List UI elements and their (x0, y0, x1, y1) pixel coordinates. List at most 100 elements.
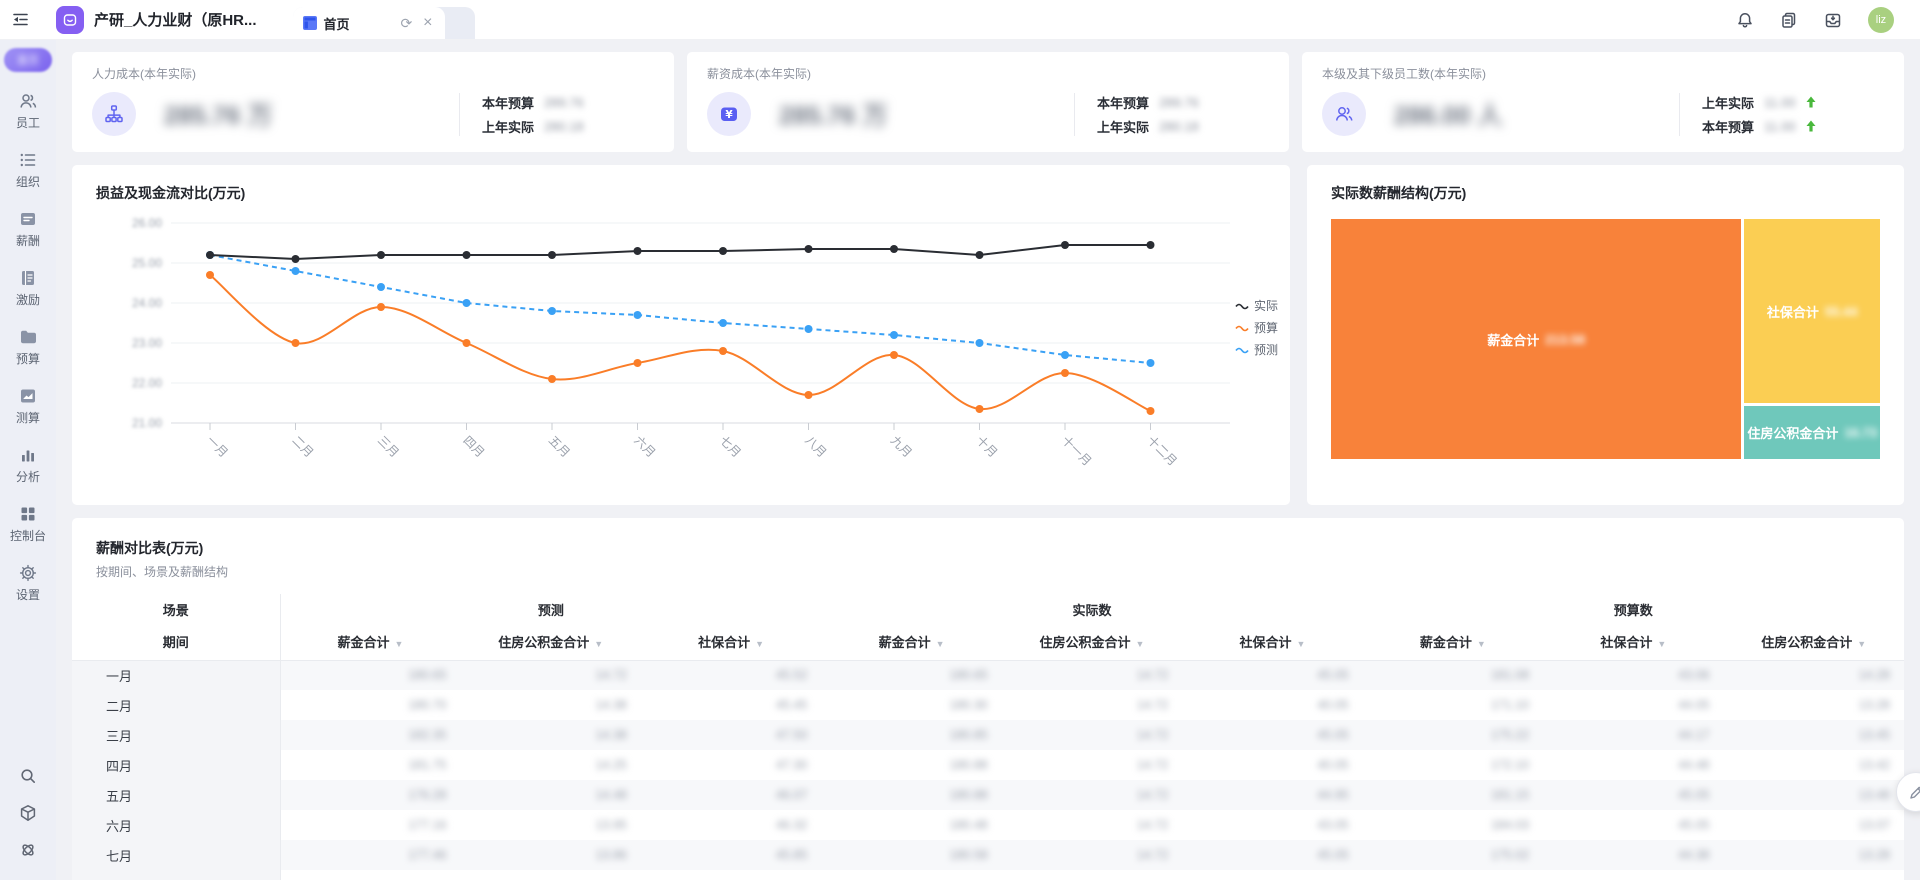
legend-item-预算[interactable]: 预算 (1235, 319, 1278, 336)
value-cell: 12.72 (460, 870, 640, 880)
value-cell: 14.38 (460, 720, 641, 750)
tab-label: 首页 (323, 16, 350, 32)
treemap-block-social-security[interactable]: 社保合计 55.44 (1744, 219, 1880, 404)
sort-caret-icon[interactable]: ▼ (594, 639, 603, 649)
value-cell: 14.48 (460, 780, 641, 810)
svg-text:24.00: 24.00 (132, 296, 162, 310)
legend-line-icon (1235, 347, 1249, 353)
kpi-value-blurred: 285.76 万 (779, 102, 888, 130)
sort-caret-icon[interactable]: ▼ (1857, 639, 1866, 649)
value-cell: 47.50 (640, 720, 822, 750)
legend-item-预测[interactable]: 预测 (1235, 341, 1278, 358)
value-cell: 14.72 (1001, 660, 1183, 690)
value-cell: 177.46 (280, 840, 461, 870)
value-cell: 14.72 (1001, 840, 1183, 870)
payroll-card-icon (21, 213, 35, 225)
sidebar-item-incentive[interactable]: 激励 (0, 268, 56, 308)
sidebar-item-settings[interactable]: 设置 (0, 563, 56, 603)
treemap-label: 社保合计 (1766, 304, 1819, 320)
svg-text:三月: 三月 (375, 433, 402, 460)
kpi-title: 人力成本(本年实际) (92, 67, 196, 81)
value-cell: 181.08 (1362, 660, 1544, 690)
sort-caret-icon[interactable]: ▼ (1477, 639, 1486, 649)
value-cell: 13.28 (1858, 698, 1890, 712)
sidebar-item-budget[interactable]: 预算 (0, 327, 56, 367)
search-icon[interactable] (18, 766, 38, 786)
table-row: 六月 177.16 13.95 46.32 180.48 14.72 43.05 184.03… (72, 810, 1904, 840)
column-header[interactable]: 住房公积金合计 ▼ (1002, 624, 1182, 660)
value-cell: 13.48 (1723, 780, 1904, 810)
knot-icon[interactable] (18, 840, 38, 860)
sidebar-item-active[interactable]: 首页 (4, 48, 52, 72)
value-cell: 180.88 (949, 758, 988, 772)
sidebar-item-organization[interactable]: 组织 (0, 150, 56, 190)
value-cell: 180.58 (821, 840, 1002, 870)
value-cell: 177.16 (408, 818, 447, 832)
sort-caret-icon[interactable]: ▼ (1296, 639, 1305, 649)
column-header[interactable]: 社保合计 ▼ (1182, 624, 1362, 660)
treemap-label: 薪金合计 (1487, 332, 1540, 348)
treemap-block-salary[interactable]: 薪金合计 213.58 (1331, 219, 1742, 459)
legend-item-实际[interactable]: 实际 (1235, 297, 1278, 314)
column-header[interactable]: 社保合计 ▼ (641, 624, 821, 660)
line-chart-card: 损益及现金流对比(万元) 26.00 25.00 24.00 23.00 22.00 21… (72, 165, 1290, 505)
value-cell: 176.28 (280, 780, 461, 810)
table-row: 一月 180.65 14.72 45.52 180.65 14.72 45.05 181.08… (72, 660, 1904, 690)
sort-caret-icon[interactable]: ▼ (1657, 639, 1666, 649)
bell-icon[interactable] (1736, 11, 1754, 29)
settings-gear-icon (19, 564, 37, 582)
sort-caret-icon[interactable]: ▼ (1136, 639, 1145, 649)
sidebar-collapse-icon[interactable] (0, 0, 40, 40)
table-group-header: 预测 (537, 602, 564, 618)
value-cell: 40.05 (1317, 758, 1349, 772)
treemap-block-housing-fund[interactable]: 住房公积金合计 16.73 (1744, 406, 1880, 459)
app-logo-icon[interactable] (56, 5, 84, 34)
metric-value-blurred: 289.76 (1159, 94, 1199, 110)
tab-refresh-icon[interactable]: ⟳ (398, 16, 414, 30)
svg-text:九月: 九月 (888, 433, 915, 460)
sidebar-item-analysis[interactable]: 分析 (0, 445, 56, 485)
column-header[interactable]: 薪金合计 ▼ (280, 624, 460, 660)
period-cell: 五月 (72, 780, 281, 810)
period-cell: 六月 (72, 810, 281, 840)
table-row: 七月 177.46 13.86 45.85 180.58 14.72 45.05 175.02… (72, 840, 1904, 870)
trend-up-icon (1806, 96, 1816, 108)
inbox-icon[interactable] (1824, 11, 1842, 29)
documents-icon[interactable] (1780, 11, 1798, 29)
value-cell: 46.07 (640, 780, 822, 810)
svg-text:五月: 五月 (546, 433, 573, 460)
column-header[interactable]: 住房公积金合计 ▼ (460, 624, 640, 660)
column-header[interactable]: 薪金合计 ▼ (1363, 624, 1543, 660)
sort-caret-icon[interactable]: ▼ (395, 639, 404, 649)
value-cell: 40.05 (1182, 870, 1362, 880)
value-cell: 45.52 (640, 660, 822, 690)
svg-text:六月: 六月 (631, 433, 658, 460)
svg-text:23.00: 23.00 (132, 336, 162, 350)
employees-icon (20, 94, 37, 108)
metric-value-blurred: 280.18 (544, 118, 584, 134)
sidebar-item-console[interactable]: 控制台 (0, 504, 56, 544)
sidebar-item-payroll[interactable]: 薪酬 (0, 209, 56, 249)
avatar[interactable]: liz (1868, 6, 1894, 33)
sidebar-item-estimate[interactable]: 测算 (0, 386, 56, 426)
sort-caret-icon[interactable]: ▼ (755, 639, 764, 649)
kpi-title: 薪资成本(本年实际) (707, 67, 811, 81)
value-cell: 14.38 (595, 698, 627, 712)
column-header[interactable]: 住房公积金合计 ▼ (1724, 624, 1905, 660)
svg-text:一月: 一月 (204, 433, 231, 460)
metric-value-blurred: 289.76 (544, 94, 584, 110)
kpi-title: 本级及其下级员工数(本年实际) (1322, 67, 1486, 81)
treemap-card: 实际数薪酬结构(万元) 薪金合计 213.58 社保合计 55.44 住房公积金… (1307, 165, 1904, 505)
sort-caret-icon[interactable]: ▼ (936, 639, 945, 649)
svg-text:八月: 八月 (802, 433, 829, 460)
tab-close-icon[interactable]: × (421, 15, 434, 31)
sidebar-item-employees[interactable]: 员工 (0, 91, 56, 131)
value-cell: 175.56 (280, 870, 460, 880)
org-chart-icon (92, 92, 136, 136)
value-cell: 14.25 (595, 758, 627, 772)
package-icon[interactable] (18, 803, 38, 823)
column-header[interactable]: 社保合计 ▼ (1543, 624, 1723, 660)
tab-home[interactable]: 首页 ⟳ × (292, 7, 445, 39)
metric-label: 上年实际 (1701, 95, 1754, 111)
column-header[interactable]: 薪金合计 ▼ (821, 624, 1001, 660)
